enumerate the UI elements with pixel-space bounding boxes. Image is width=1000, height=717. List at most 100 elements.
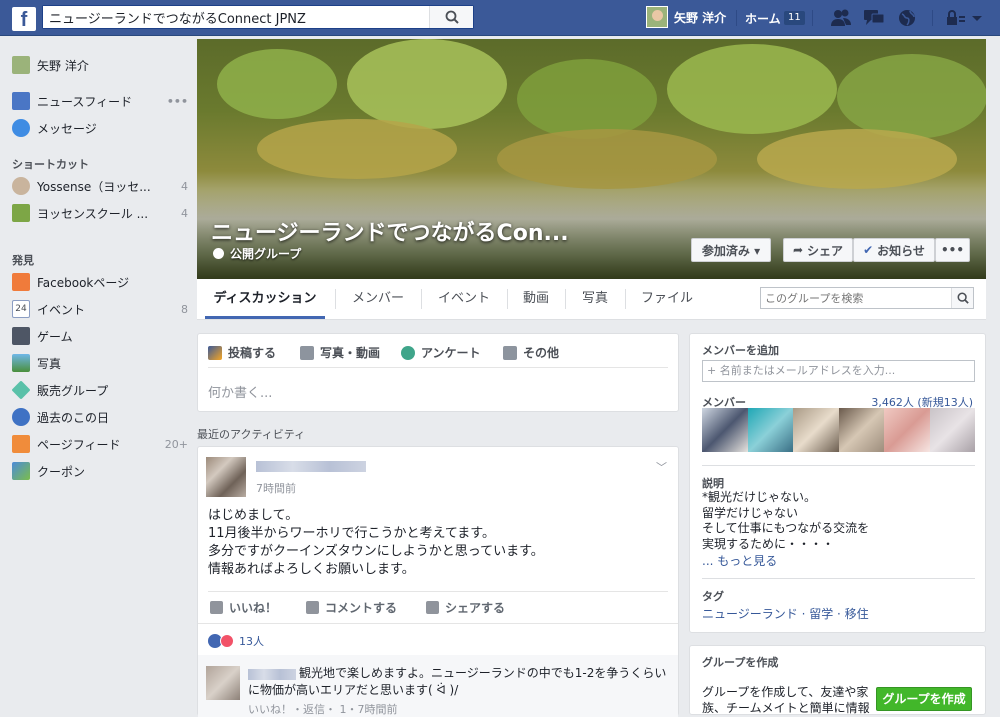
clock-icon — [12, 408, 30, 426]
composer-tab-photo[interactable]: 写真・動画 — [300, 344, 380, 361]
facebook-logo-icon[interactable]: f — [12, 7, 36, 31]
composer-input[interactable]: 何か書く... — [208, 382, 272, 401]
sidebar-item-label: クーポン — [37, 464, 86, 479]
messages-icon[interactable] — [863, 8, 885, 28]
home-badge: 11 — [784, 11, 805, 25]
shortcut-item[interactable]: Yossense（ヨッセ... 4 — [12, 176, 188, 196]
composer-tab-label: 写真・動画 — [320, 346, 381, 360]
see-more-link[interactable]: ... もっと見る — [702, 552, 777, 569]
joined-button[interactable]: 参加済み ▾ — [691, 238, 771, 262]
member-avatar[interactable] — [929, 408, 975, 452]
share-post-button[interactable]: シェアする — [426, 599, 505, 616]
privacy-icon[interactable] — [945, 8, 967, 28]
comment-meta[interactable]: いいね！・返信・ 1・7時間前 — [248, 701, 398, 717]
sidebar-item-games[interactable]: ゲーム — [12, 326, 188, 346]
composer-tab-poll[interactable]: アンケート — [401, 344, 481, 361]
recent-activity-label: 最近のアクティビティ — [197, 428, 306, 441]
sidebar-item-label: ゲーム — [37, 329, 73, 344]
shortcut-item[interactable]: ヨッセンスクール ... 4 — [12, 203, 188, 223]
sidebar-item-pages[interactable]: Facebookページ — [12, 272, 188, 292]
search-input[interactable] — [43, 6, 423, 28]
comment-button[interactable]: コメントする — [306, 599, 397, 616]
composer-tab-label: アンケート — [421, 346, 481, 360]
composer-tab-label: 投稿する — [228, 346, 277, 360]
sidebar-item-sale-groups[interactable]: 販売グループ — [11, 380, 188, 400]
shortcut-avatar — [12, 204, 30, 222]
sidebar-item-label: ページフィード — [37, 437, 121, 452]
create-group-text: グループを作成して、友達や家 — [702, 685, 869, 699]
sidebar-item-messages[interactable]: メッセージ — [12, 118, 188, 138]
post-time[interactable]: 7時間前 — [256, 480, 296, 496]
sidebar-item-newsfeed[interactable]: ニュースフィード ••• — [12, 91, 188, 111]
tab-discussion[interactable]: ディスカッション — [205, 279, 325, 319]
photo-icon — [12, 354, 30, 372]
group-search-button[interactable] — [951, 288, 973, 308]
sidebar-item-events[interactable]: 24 イベント 8 — [12, 299, 188, 319]
tab-events[interactable]: イベント — [423, 279, 505, 319]
more-options-icon[interactable]: ••• — [167, 95, 188, 108]
tab-files[interactable]: ファイル — [629, 279, 705, 319]
member-avatar[interactable] — [838, 408, 884, 452]
group-tags[interactable]: ニュージーランド · 留学 · 移住 — [702, 605, 869, 622]
share-button[interactable]: ➦ シェア — [783, 238, 853, 262]
search-button[interactable] — [429, 6, 473, 28]
sidebar-item-photos[interactable]: 写真 — [12, 353, 188, 373]
add-member-input[interactable]: + 名前またはメールアドレスを入力... — [702, 360, 975, 382]
sidebar-item-pages-feed[interactable]: ページフィード 20+ — [12, 434, 188, 454]
globe-icon[interactable] — [896, 8, 918, 28]
sidebar-item-label: ヨッセンスクール ... — [37, 206, 149, 221]
sidebar-item-coupons[interactable]: クーポン — [12, 461, 188, 481]
home-link[interactable]: ホーム — [745, 10, 781, 27]
composer-tab-post[interactable]: 投稿する — [208, 344, 276, 361]
notifications-button-label: お知らせ — [877, 243, 925, 258]
comment-author-avatar[interactable] — [206, 666, 240, 700]
post-author-avatar[interactable] — [206, 457, 246, 497]
share-button-label: シェア — [807, 243, 844, 258]
shortcut-count: 4 — [181, 179, 188, 193]
member-avatar[interactable] — [747, 408, 793, 452]
composer-tab-label: その他 — [523, 346, 560, 360]
profile-link[interactable]: 矢野 洋介 — [12, 55, 188, 75]
more-icon — [503, 345, 517, 360]
group-privacy-label: 公開グループ — [230, 247, 302, 261]
reactions-summary[interactable]: 13人 — [208, 633, 264, 649]
chevron-down-icon[interactable] — [970, 8, 984, 28]
member-avatar[interactable] — [793, 408, 839, 452]
comment-author-name[interactable] — [248, 669, 296, 680]
group-search-input[interactable] — [761, 288, 951, 308]
friends-icon[interactable] — [830, 8, 852, 28]
member-avatar[interactable] — [884, 408, 930, 452]
post-text: はじめまして。 11月後半からワーホリで行こうかと考えてます。 多分ですがクーイ… — [208, 507, 544, 579]
like-button[interactable]: いいね！ — [210, 599, 277, 616]
member-avatar[interactable] — [702, 408, 748, 452]
tab-members[interactable]: メンバー — [339, 279, 417, 319]
share-icon — [426, 601, 439, 614]
create-group-title: グループを作成 — [702, 656, 779, 669]
post-line: 11月後半からワーホリで行こうかと考えてます。 — [208, 526, 495, 541]
camera-icon — [300, 345, 314, 360]
left-nav: 矢野 洋介 ニュースフィード ••• メッセージ ショートカット Yossens… — [0, 36, 196, 707]
group-title[interactable]: ニュージーランドでつながるCon... — [211, 215, 569, 247]
top-bar: f 矢野 洋介 ホーム 11 — [0, 0, 1000, 36]
tab-photos[interactable]: 写真 — [567, 279, 623, 319]
sidebar-item-label: Facebookページ — [37, 275, 130, 290]
post-author-name[interactable] — [256, 461, 366, 472]
tab-videos[interactable]: 動画 — [509, 279, 563, 319]
create-group-button[interactable]: グループを作成 — [876, 687, 972, 711]
check-icon: ✔ — [863, 243, 874, 257]
composer-tab-more[interactable]: その他 — [503, 344, 559, 361]
chevron-down-icon[interactable]: ﹀ — [656, 459, 667, 475]
comment-text-2: に物価が高いエリアだと思います( ᐛ )/ — [248, 683, 459, 697]
group-privacy: 公開グループ — [213, 245, 301, 262]
sidebar-item-on-this-day[interactable]: 過去のこの日 — [12, 407, 188, 427]
group-info-card: メンバーを追加 + 名前またはメールアドレスを入力... メンバー 3,462人… — [689, 333, 986, 633]
group-search — [760, 287, 974, 309]
flag-icon — [12, 273, 30, 291]
post-line: 多分ですがクーインズタウンにしようかと思っています。 — [208, 544, 544, 559]
calendar-icon: 24 — [12, 300, 30, 318]
top-user-link[interactable]: 矢野 洋介 — [646, 6, 726, 28]
notifications-button[interactable]: ✔ お知らせ — [853, 238, 935, 262]
more-button[interactable]: ••• — [935, 238, 970, 262]
comment-button-label: コメントする — [325, 601, 398, 615]
tags-title: タグ — [702, 590, 724, 603]
